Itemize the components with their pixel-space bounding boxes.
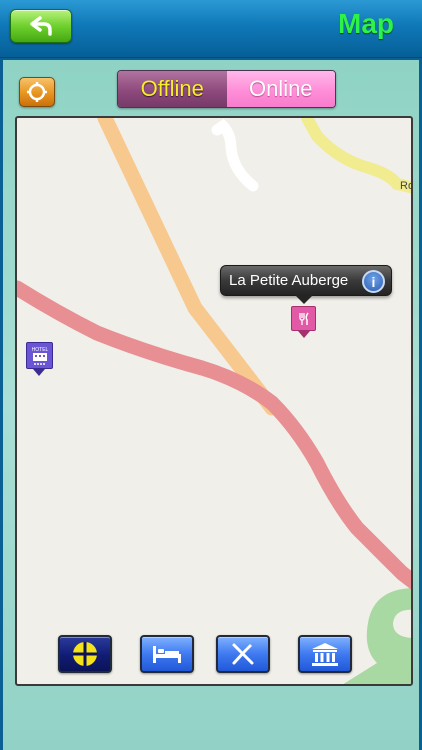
place-callout[interactable]: La Petite Auberge i xyxy=(220,265,392,296)
segment-offline[interactable]: Offline xyxy=(118,71,227,107)
attractions-tab-button[interactable] xyxy=(298,635,352,673)
map-tab-button[interactable] xyxy=(58,635,112,673)
hotel-pin-text: HOTEL xyxy=(31,347,48,353)
hotel-icon: HOTEL xyxy=(31,347,48,365)
callout-title: La Petite Auberge xyxy=(229,272,349,289)
callout-tail xyxy=(295,295,313,304)
locate-button[interactable] xyxy=(19,77,55,107)
locate-target-icon xyxy=(27,82,47,102)
restaurants-tab-button[interactable] xyxy=(216,635,270,673)
fork-knife-icon xyxy=(298,312,309,325)
map-roads xyxy=(17,118,411,684)
hotel-pin-tail xyxy=(33,369,45,376)
minor-road xyxy=(211,118,259,192)
back-button[interactable] xyxy=(10,9,72,43)
back-arrow-icon xyxy=(30,16,52,36)
info-icon[interactable]: i xyxy=(362,270,385,293)
top-header: Map xyxy=(0,0,422,58)
mode-segmented-control: Offline Online xyxy=(117,70,336,108)
bed-icon xyxy=(153,646,181,663)
restaurant-icon xyxy=(232,643,254,665)
page-title: Map xyxy=(338,8,394,39)
hotel-pin[interactable]: HOTEL xyxy=(26,342,53,369)
map-icon xyxy=(73,642,97,666)
segment-online[interactable]: Online xyxy=(226,71,335,107)
tertiary-road xyxy=(301,118,411,194)
road-name-label: Ro xyxy=(400,180,413,192)
hotels-tab-button[interactable] xyxy=(140,635,194,673)
museum-icon xyxy=(312,643,338,666)
restaurant-pin-tail xyxy=(298,331,310,338)
restaurant-pin[interactable] xyxy=(291,306,316,331)
map-view[interactable]: Ro La Petite Auberge i HOTEL xyxy=(15,116,413,686)
map-panel: Offline Online Ro La Petite Auberge i HO… xyxy=(0,60,422,750)
